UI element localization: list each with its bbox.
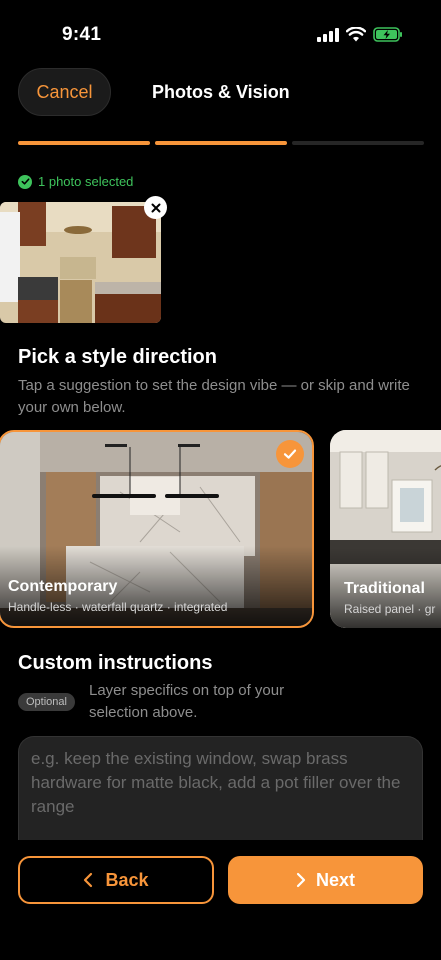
status-icons bbox=[317, 27, 403, 42]
style-card-carousel[interactable]: Contemporary Handle-less · waterfall qua… bbox=[0, 430, 441, 630]
style-card-traditional[interactable]: Traditional Raised panel · gr bbox=[330, 430, 441, 628]
progress-step-2 bbox=[155, 141, 287, 145]
custom-instructions-box bbox=[18, 736, 423, 840]
style-section-title: Pick a style direction bbox=[18, 346, 217, 368]
cancel-button[interactable]: Cancel bbox=[18, 68, 111, 116]
custom-section-title: Custom instructions bbox=[18, 652, 213, 674]
wifi-icon bbox=[346, 27, 366, 42]
style-card-description: Handle-less · waterfall quartz · integra… bbox=[8, 600, 228, 614]
photo-selection-label: 1 photo selected bbox=[38, 174, 134, 189]
style-card-title: Contemporary bbox=[8, 578, 118, 595]
back-button[interactable]: Back bbox=[18, 856, 214, 904]
step-progress bbox=[18, 141, 424, 145]
close-icon bbox=[151, 203, 160, 212]
photo-selection-status: 1 photo selected bbox=[18, 174, 133, 189]
progress-step-1 bbox=[18, 141, 150, 145]
chevron-right-icon bbox=[296, 872, 306, 888]
custom-instructions-input[interactable] bbox=[31, 747, 410, 830]
footer-bar: Back Next bbox=[0, 840, 441, 960]
status-bar: 9:41 bbox=[0, 0, 441, 60]
back-button-label: Back bbox=[105, 869, 149, 890]
header: Cancel Photos & Vision bbox=[0, 68, 441, 118]
check-circle-icon bbox=[18, 174, 32, 189]
remove-photo-button[interactable] bbox=[144, 196, 167, 219]
battery-charging-icon bbox=[373, 27, 402, 42]
next-button-label: Next bbox=[315, 869, 355, 890]
optional-badge: Optional bbox=[18, 693, 75, 711]
progress-step-3 bbox=[292, 141, 424, 145]
page-title: Photos & Vision bbox=[152, 82, 290, 102]
style-card-contemporary[interactable]: Contemporary Handle-less · waterfall qua… bbox=[0, 430, 314, 628]
style-card-title: Traditional bbox=[344, 580, 425, 597]
status-time: 9:41 bbox=[62, 24, 102, 45]
next-button[interactable]: Next bbox=[228, 856, 423, 904]
cellular-signal-icon bbox=[317, 27, 339, 42]
chevron-left-icon bbox=[84, 872, 93, 888]
custom-section-help: Layer specifics on top of your selection… bbox=[89, 682, 285, 721]
style-section-subtitle: Tap a suggestion to set the design vibe … bbox=[18, 377, 410, 416]
style-card-description: Raised panel · gr bbox=[344, 602, 436, 616]
photo-thumbnail[interactable] bbox=[0, 202, 161, 323]
selected-check-icon bbox=[276, 440, 304, 468]
